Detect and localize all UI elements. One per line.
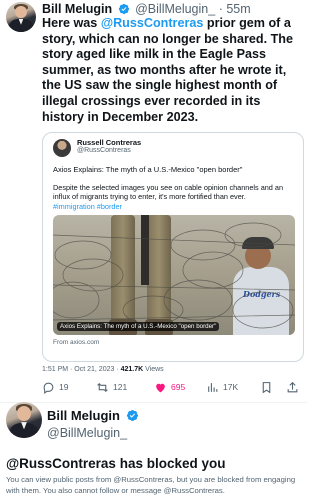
profile-avatar[interactable]: [6, 402, 42, 438]
verified-badge-icon: [118, 3, 129, 15]
like-button[interactable]: 695: [154, 378, 185, 396]
quote-meta: 1:51 PM · Oct 21, 2023 · 421.7K Views: [42, 366, 164, 373]
razor-wire: [53, 222, 295, 329]
quote-author-avatar[interactable]: [53, 139, 71, 157]
quote-timestamp[interactable]: 1:51 PM · Oct 21, 2023 ·: [42, 366, 121, 373]
views-button[interactable]: 17K: [206, 378, 238, 396]
profile-handle[interactable]: @BillMelugin_: [47, 426, 127, 440]
views-icon: [208, 382, 218, 392]
quote-author-handle[interactable]: @RussContreras: [77, 147, 131, 154]
link-source[interactable]: From axios.com: [53, 339, 99, 346]
quote-views-label: Views: [143, 366, 164, 373]
heart-icon: [156, 383, 165, 392]
views-count: 17K: [223, 382, 239, 392]
reply-icon: [43, 382, 54, 394]
quote-media-image[interactable]: Dodgers Axios Explains: The myth of a U.…: [53, 215, 295, 335]
share-button[interactable]: [286, 378, 299, 396]
tweet-text: Here was @RussContreras prior gem of a s…: [42, 16, 304, 125]
quote-title: Axios Explains: The myth of a U.S.-Mexic…: [53, 165, 243, 174]
tweet-header: Bill Melugin @BillMelugin_ · 55m: [42, 2, 251, 16]
like-count: 695: [171, 382, 186, 392]
mention-link[interactable]: @RussContreras: [101, 16, 204, 30]
retweet-button[interactable]: 121: [96, 378, 127, 396]
quoted-tweet[interactable]: Russell Contreras @RussContreras Axios E…: [42, 132, 304, 362]
profile-name-text[interactable]: Bill Melugin: [47, 408, 120, 423]
author-name[interactable]: Bill Melugin: [42, 2, 112, 16]
tweet-text-part2: prior gem of a story, which can no longe…: [42, 16, 293, 124]
retweet-icon: [97, 382, 108, 392]
bookmark-button[interactable]: [260, 378, 273, 396]
quote-text: Despite the selected images you see on c…: [53, 183, 297, 211]
verified-badge-icon: [126, 409, 138, 422]
profile-name[interactable]: Bill Melugin: [47, 408, 141, 423]
quote-hashtags[interactable]: #immigration #border: [53, 202, 122, 211]
author-avatar[interactable]: [6, 2, 36, 32]
retweet-count: 121: [113, 382, 128, 392]
blocked-notice-title: @RussContreras has blocked you: [6, 456, 226, 471]
share-icon: [287, 381, 298, 392]
author-handle[interactable]: @BillMelugin_: [135, 2, 215, 16]
reply-button[interactable]: 19: [42, 378, 68, 396]
quote-views-count: 421.7K: [120, 366, 144, 373]
divider: [0, 402, 307, 403]
reply-count: 19: [59, 382, 69, 392]
quote-author-name[interactable]: Russell Contreras: [77, 138, 141, 147]
quote-body: Despite the selected images you see on c…: [53, 183, 284, 202]
action-bar: 19 121 695 17K: [42, 378, 304, 398]
tweet-text-part1: Here was: [42, 16, 101, 30]
tweet-time[interactable]: · 55m: [219, 2, 251, 16]
media-caption: Axios Explains: The myth of a U.S.-Mexic…: [57, 322, 220, 331]
bookmark-icon: [262, 381, 271, 393]
blocked-notice-description: You can view public posts from @RussCont…: [6, 475, 296, 495]
